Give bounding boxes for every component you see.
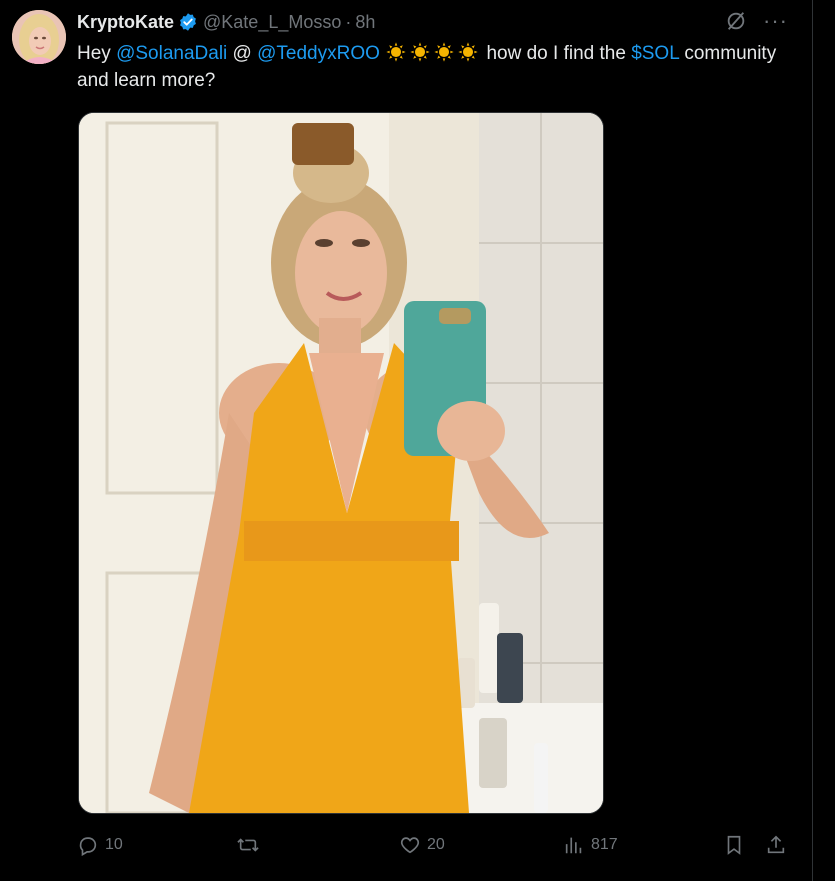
tweet-text-segment: Hey [77,43,117,64]
separator: · [345,11,352,32]
more-icon[interactable]: ··· [763,10,788,32]
grok-icon[interactable] [725,10,747,32]
repost-icon [237,838,259,852]
tweet-header: KryptoKate @Kate_L_Mosso · 8h [77,9,375,35]
sun-emoji-icon [385,41,407,63]
share-button[interactable] [765,828,787,862]
tweet-photo[interactable] [78,112,604,814]
tweet-text-segment: @ [227,43,258,64]
mention-link[interactable]: @SolanaDali [116,43,227,64]
avatar[interactable] [12,10,66,64]
share-icon [767,835,785,854]
bookmark-icon [727,835,741,855]
tweet-text: Hey @SolanaDali @ @TeddyxROO how do I fi… [77,40,797,94]
author-name[interactable]: KryptoKate [77,12,174,33]
views-button[interactable]: 817 [563,828,618,862]
author-handle[interactable]: @Kate_L_Mosso [203,12,341,33]
views-icon [565,837,582,854]
reply-icon [79,837,97,856]
views-count: 817 [591,836,618,853]
sun-emoji-icon [409,41,431,63]
like-count: 20 [427,836,445,853]
sun-emoji-icon [433,41,455,63]
reply-count: 10 [105,836,123,853]
mention-link[interactable]: @TeddyxROO [257,43,380,64]
repost-button[interactable] [237,828,265,862]
sun-emoji-icon [457,41,479,63]
reply-button[interactable]: 10 [77,828,123,862]
like-button[interactable]: 20 [399,828,445,862]
tweet[interactable]: KryptoKate @Kate_L_Mosso · 8h ··· Hey @S… [0,0,813,881]
cashtag-link[interactable]: $SOL [631,43,679,64]
bookmark-button[interactable] [723,828,745,862]
tweet-top-actions: ··· [725,10,788,32]
action-bar: 10 20 817 [77,828,793,862]
tweet-text-segment: how do I find the [481,43,632,64]
timestamp[interactable]: 8h [355,12,375,33]
verified-badge-icon [180,13,196,31]
like-icon [400,837,420,854]
